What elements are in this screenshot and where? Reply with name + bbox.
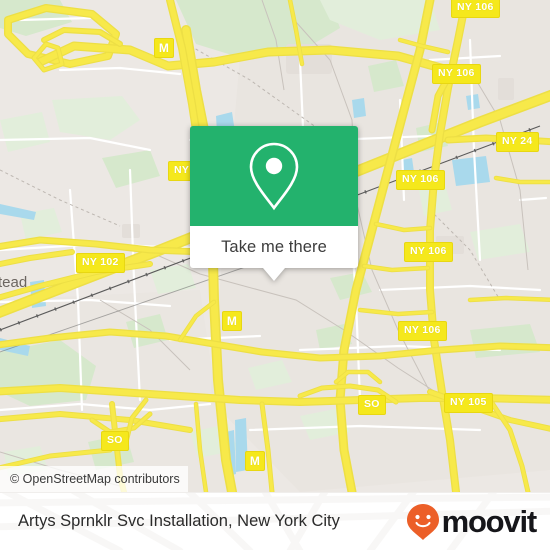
transit-marker-m-2[interactable]: M xyxy=(222,311,242,331)
take-me-there-label: Take me there xyxy=(221,237,327,256)
footer-bar: Artys Sprnklr Svc Installation, New York… xyxy=(0,492,550,550)
moovit-brand[interactable]: moovit xyxy=(406,503,538,541)
road-shield-ny106-2[interactable]: NY 106 xyxy=(432,64,481,84)
popup-tail xyxy=(263,268,285,281)
road-shield-so-2[interactable]: SO xyxy=(101,431,129,451)
road-shield-so-1[interactable]: SO xyxy=(358,395,386,415)
map-page: .rd { fill:none; stroke:#f7e94a; stroke-… xyxy=(0,0,550,550)
road-shield-ny106-5[interactable]: NY 106 xyxy=(398,321,447,341)
transit-marker-m-1[interactable]: M xyxy=(154,38,174,58)
place-label-hempstead: tead xyxy=(0,274,28,291)
road-shield-ny102[interactable]: NY 102 xyxy=(76,253,125,273)
location-pin-icon xyxy=(249,142,299,211)
popup-header xyxy=(190,126,358,226)
transit-marker-m-3[interactable]: M xyxy=(245,451,265,471)
moovit-wordmark: moovit xyxy=(441,504,538,539)
location-popup-card[interactable]: Take me there xyxy=(190,126,358,281)
moovit-smiley-pin-icon xyxy=(406,503,439,540)
place-title: Artys Sprnklr Svc Installation, New York… xyxy=(18,512,340,530)
popup-action-bar[interactable]: Take me there xyxy=(190,226,358,281)
road-shield-ny106-1[interactable]: NY 106 xyxy=(451,0,500,18)
road-shield-ny24[interactable]: NY 24 xyxy=(496,132,539,152)
map-canvas[interactable]: .rd { fill:none; stroke:#f7e94a; stroke-… xyxy=(0,0,550,492)
road-shield-ny105[interactable]: NY 105 xyxy=(444,393,493,413)
attribution-text[interactable]: © OpenStreetMap contributors xyxy=(10,472,180,486)
road-shield-ny106-3[interactable]: NY 106 xyxy=(396,170,445,190)
attribution-bar: © OpenStreetMap contributors xyxy=(0,466,188,492)
road-shield-ny106-4[interactable]: NY 106 xyxy=(404,242,453,262)
